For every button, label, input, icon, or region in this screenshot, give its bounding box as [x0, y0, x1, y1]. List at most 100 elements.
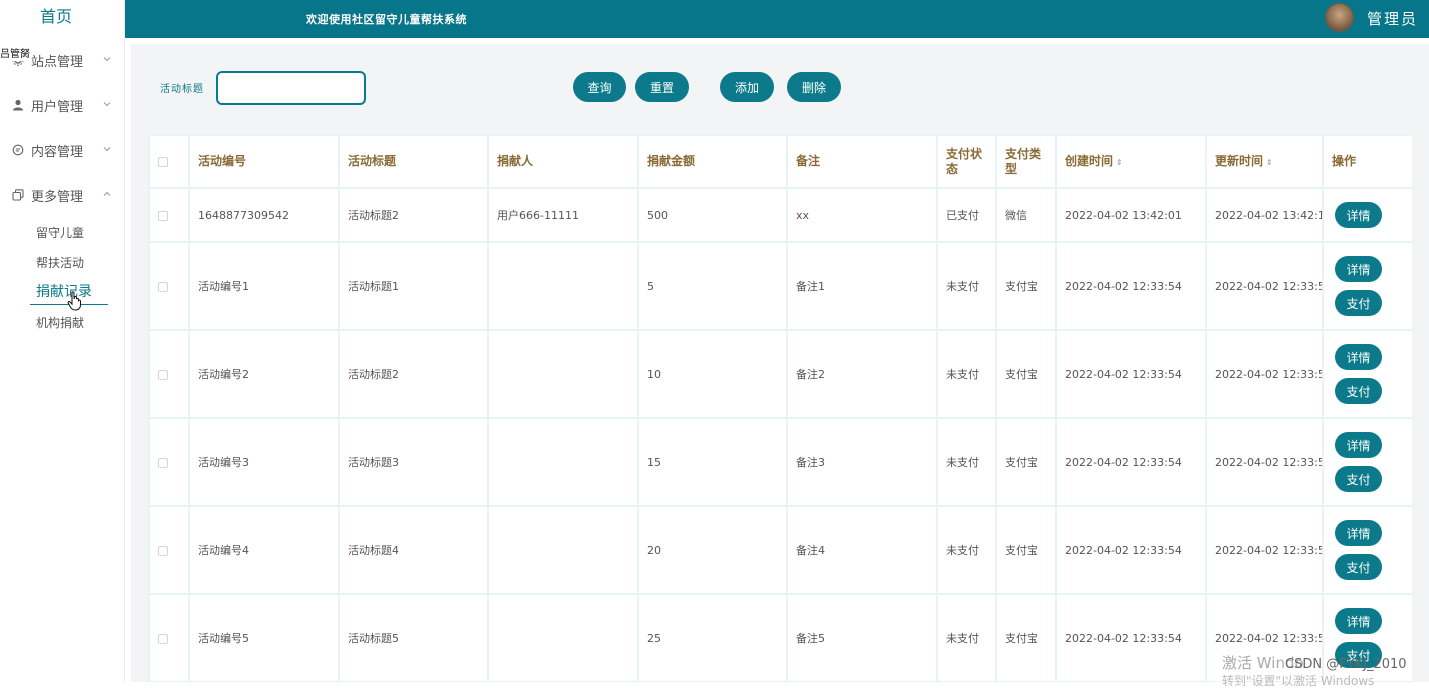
- cell-actions: 详情 支付: [1322, 241, 1412, 331]
- menu-label: 内容管理: [31, 144, 84, 160]
- donation-table: 活动编号 活动标题 捐献人 捐献金额 备注 支付状态 支付类型 创建时间 ⇕ 更新…: [148, 134, 1412, 682]
- detail-button[interactable]: 详情: [1335, 432, 1382, 458]
- detail-button[interactable]: 详情: [1335, 256, 1382, 282]
- welcome-title: 欢迎使用社区留守儿童帮扶系统: [306, 13, 467, 26]
- query-button[interactable]: 查询: [573, 72, 626, 102]
- cell-note: 备注3: [786, 417, 938, 507]
- cell-pay-type: 微信: [995, 187, 1057, 243]
- row-select-cell[interactable]: [148, 329, 190, 419]
- col-created-label: 创建时间: [1065, 153, 1114, 168]
- activity-title-search-input[interactable]: [216, 71, 366, 105]
- table-row: 活动编号4 活动标题4 20 备注4 未支付 支付宝 2022-04-02 12:33:54…: [148, 505, 1412, 595]
- row-actions: 详情 支付: [1335, 344, 1408, 404]
- cell-amount: 10: [637, 329, 788, 419]
- add-button[interactable]: 添加: [720, 72, 774, 102]
- cell-pay-status: 未支付: [936, 329, 997, 419]
- sidebar-item-assistance-activities[interactable]: 帮扶活动: [36, 255, 84, 271]
- col-created-time[interactable]: 创建时间 ⇕: [1055, 134, 1207, 189]
- cell-activity-id: 活动编号2: [188, 329, 340, 419]
- cell-actions: 详情 支付: [1322, 417, 1412, 507]
- admin-label[interactable]: 管理员: [1367, 8, 1418, 29]
- sort-icon[interactable]: ⇕: [1116, 155, 1123, 170]
- chevron-down-icon: [102, 53, 112, 63]
- search-label: 活动标题: [160, 84, 204, 95]
- pay-button[interactable]: 支付: [1335, 290, 1382, 316]
- cell-activity-id: 活动编号3: [188, 417, 340, 507]
- row-select-cell[interactable]: [148, 187, 190, 243]
- cell-created-time: 2022-04-02 12:33:54: [1055, 417, 1207, 507]
- detail-button[interactable]: 详情: [1335, 344, 1382, 370]
- menu-content-management[interactable]: 内容管理: [12, 140, 112, 160]
- cell-activity-id: 活动编号1: [188, 241, 340, 331]
- cell-amount: 20: [637, 505, 788, 595]
- menu-more-management[interactable]: 更多管理: [12, 185, 112, 205]
- row-select-cell[interactable]: [148, 593, 190, 682]
- row-select-cell[interactable]: [148, 417, 190, 507]
- message-icon: [12, 144, 24, 156]
- cell-updated-time: 2022-04-02 12:33:5: [1205, 505, 1324, 595]
- cell-pay-type: 支付宝: [995, 329, 1057, 419]
- sidebar-item-donation-records[interactable]: 捐献记录: [36, 284, 92, 300]
- detail-button[interactable]: 详情: [1335, 520, 1382, 546]
- home-link[interactable]: 首页: [0, 0, 112, 36]
- cell-created-time: 2022-04-02 12:33:54: [1055, 593, 1207, 682]
- cell-activity-title: 活动标题1: [338, 241, 489, 331]
- row-checkbox[interactable]: [158, 545, 168, 556]
- cell-pay-status: 已支付: [936, 187, 997, 243]
- col-note: 备注: [786, 134, 938, 189]
- cell-donor: [487, 329, 639, 419]
- cell-amount: 25: [637, 593, 788, 682]
- table-body: 1648877309542 活动标题2 用户666-11111 500 xx 已支付 微信 2…: [148, 187, 1412, 682]
- cell-activity-id: 活动编号4: [188, 505, 340, 595]
- select-all-checkbox[interactable]: [158, 156, 168, 167]
- col-updated-time[interactable]: 更新时间 ⇕: [1205, 134, 1324, 189]
- row-checkbox[interactable]: [158, 369, 168, 380]
- cell-note: 备注2: [786, 329, 938, 419]
- table-row: 活动编号1 活动标题1 5 备注1 未支付 支付宝 2022-04-02 12:33:54 2…: [148, 241, 1412, 331]
- cell-updated-time: 2022-04-02 12:33:5: [1205, 329, 1324, 419]
- cell-amount: 500: [637, 187, 788, 243]
- cell-note: 备注4: [786, 505, 938, 595]
- pay-button[interactable]: 支付: [1335, 466, 1382, 492]
- cell-created-time: 2022-04-02 12:33:54: [1055, 505, 1207, 595]
- row-actions: 详情 支付: [1335, 256, 1408, 316]
- menu-user-management[interactable]: 用户管理: [12, 95, 112, 115]
- row-select-cell[interactable]: [148, 505, 190, 595]
- csdn-watermark: CSDN @FYKJ_2010: [1285, 657, 1407, 672]
- sort-icon[interactable]: ⇕: [1266, 155, 1273, 170]
- delete-button[interactable]: 删除: [787, 72, 841, 102]
- cell-activity-id: 活动编号5: [188, 593, 340, 682]
- sidebar-item-left-behind-children[interactable]: 留守儿童: [36, 225, 84, 241]
- row-actions: 详情 支付: [1335, 432, 1408, 492]
- cell-donor: [487, 593, 639, 682]
- reset-button[interactable]: 重置: [635, 72, 689, 102]
- col-activity-title: 活动标题: [338, 134, 489, 189]
- cell-donor: [487, 417, 639, 507]
- pay-button[interactable]: 支付: [1335, 554, 1382, 580]
- row-checkbox[interactable]: [158, 633, 168, 644]
- col-updated-label: 更新时间: [1215, 153, 1264, 168]
- avatar[interactable]: [1325, 3, 1354, 32]
- chevron-down-icon: [102, 98, 112, 108]
- row-checkbox[interactable]: [158, 281, 168, 292]
- pay-button[interactable]: 支付: [1335, 378, 1382, 404]
- cell-pay-status: 未支付: [936, 593, 997, 682]
- col-pay-type: 支付类型: [995, 134, 1057, 189]
- col-actions: 操作: [1322, 134, 1412, 189]
- cell-pay-type: 支付宝: [995, 505, 1057, 595]
- col-pay-status: 支付状态: [936, 134, 997, 189]
- cell-pay-type: 支付宝: [995, 593, 1057, 682]
- row-select-cell[interactable]: [148, 241, 190, 331]
- cell-pay-status: 未支付: [936, 505, 997, 595]
- cell-activity-title: 活动标题2: [338, 187, 489, 243]
- chevron-up-icon: [102, 188, 112, 198]
- row-checkbox[interactable]: [158, 457, 168, 468]
- user-icon: [12, 99, 24, 111]
- col-donor: 捐献人: [487, 134, 639, 189]
- cell-donor: [487, 505, 639, 595]
- select-all-cell[interactable]: [148, 134, 190, 189]
- sidebar-item-institution-donations[interactable]: 机构捐献: [36, 315, 84, 331]
- row-checkbox[interactable]: [158, 210, 168, 221]
- detail-button[interactable]: 详情: [1335, 608, 1382, 634]
- detail-button[interactable]: 详情: [1335, 202, 1382, 228]
